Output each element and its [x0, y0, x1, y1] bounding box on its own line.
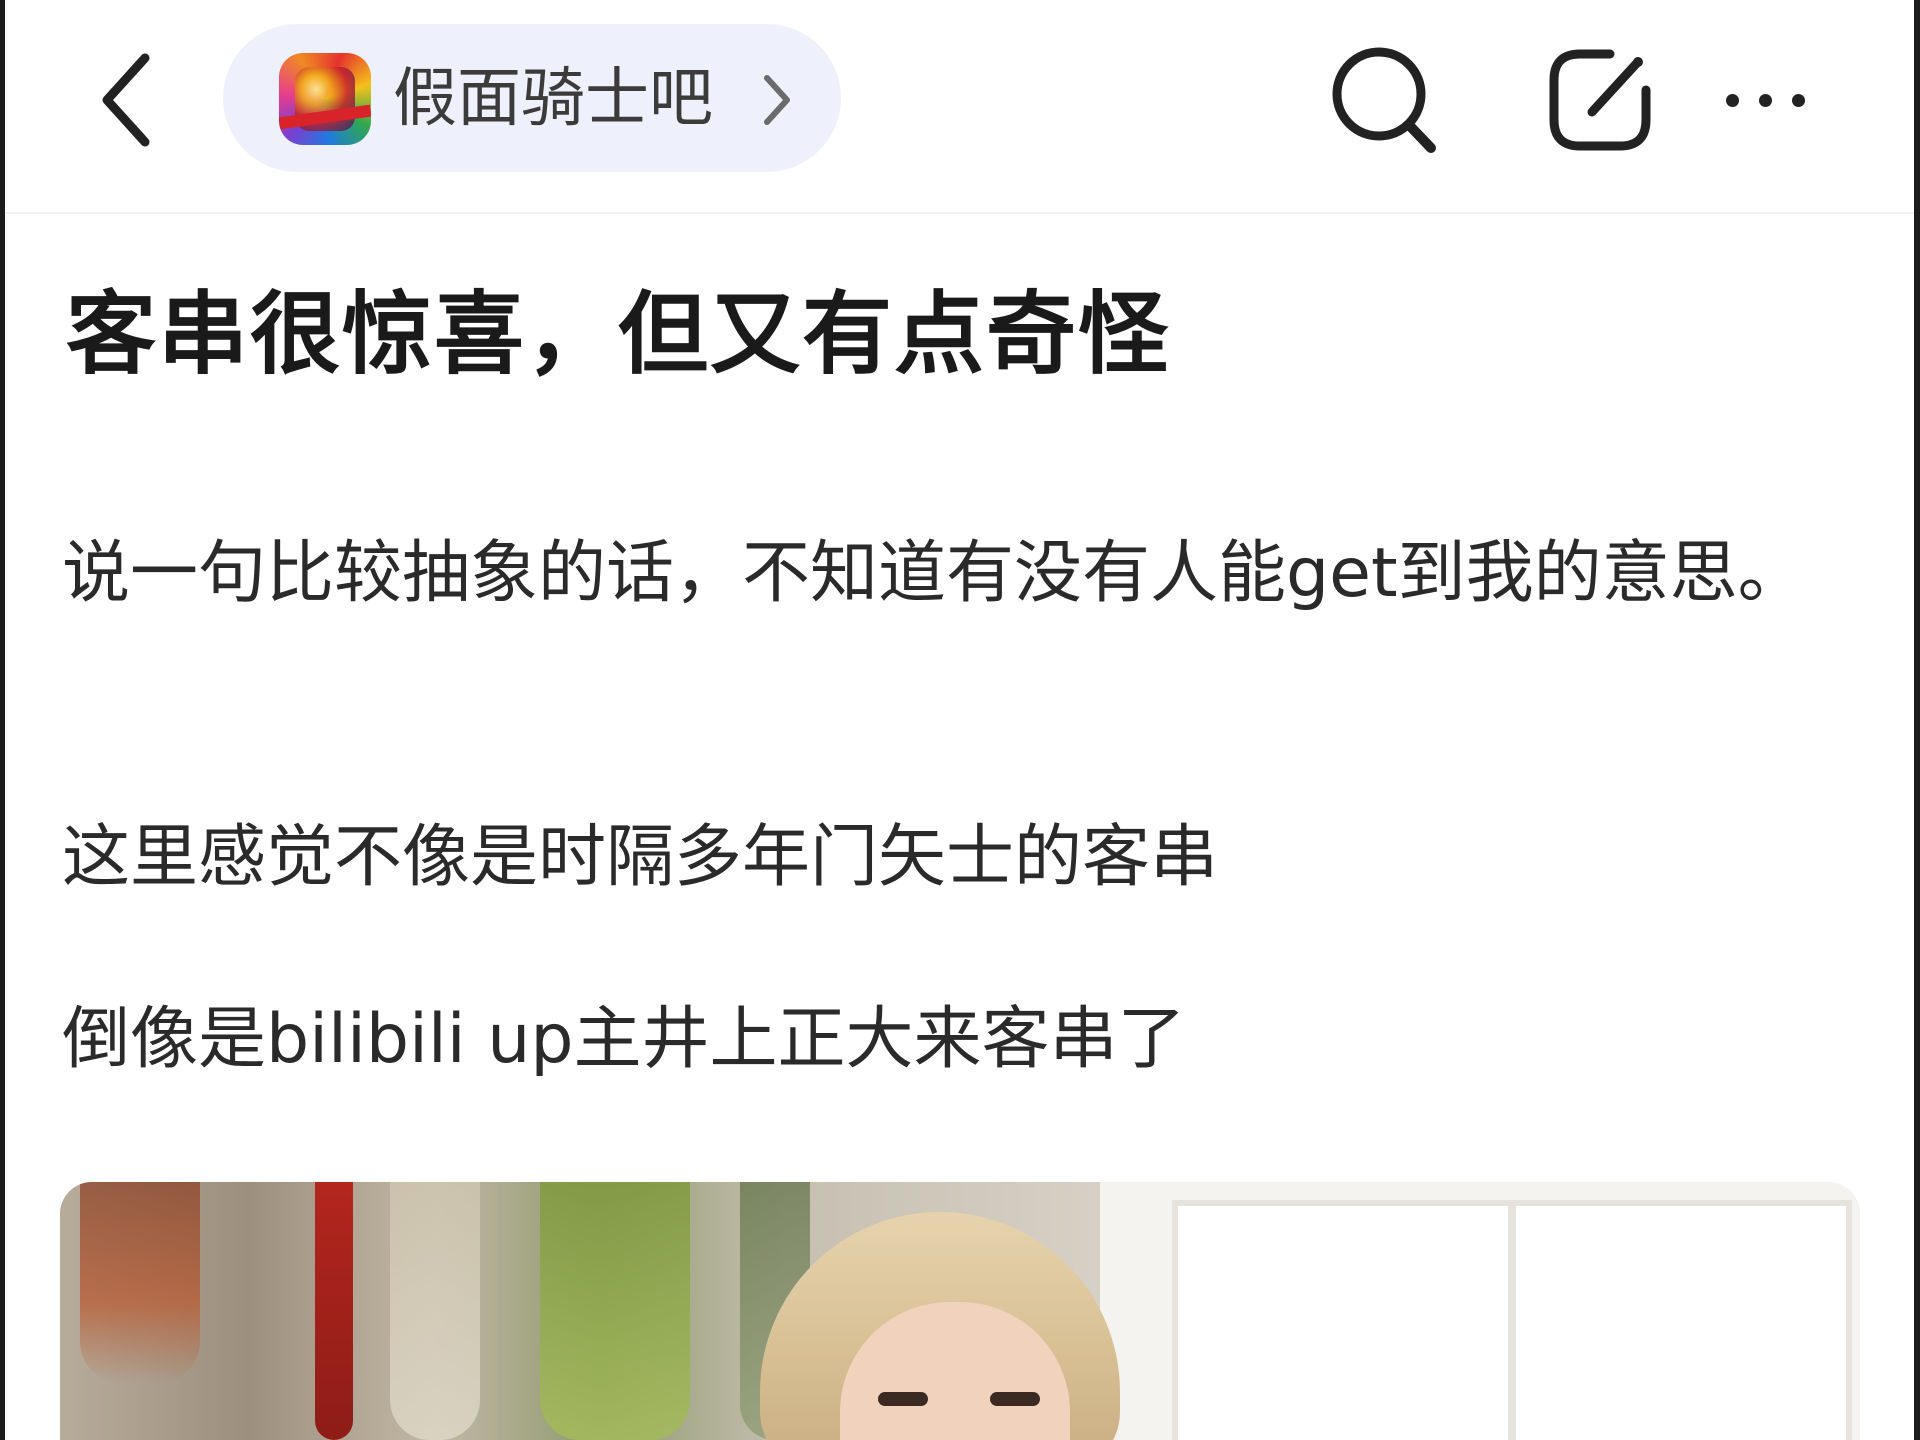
chevron-right-icon	[764, 75, 790, 125]
share-edit-icon	[1549, 49, 1651, 151]
post-paragraph-3: 倒像是bilibili up主井上正大来客串了	[62, 1000, 1186, 1079]
dried-flowers	[540, 1182, 690, 1440]
top-navigation-bar: 假面骑士吧	[5, 0, 1914, 212]
left-frame-edge	[0, 0, 5, 1440]
right-frame-edge	[1914, 0, 1920, 1440]
topbar-divider	[5, 212, 1914, 214]
more-button[interactable]	[1705, 60, 1825, 140]
dried-flowers	[315, 1182, 353, 1440]
person-eye	[878, 1392, 928, 1406]
more-dot	[1758, 93, 1772, 107]
share-edit-button[interactable]	[1540, 40, 1660, 160]
chevron-left-icon	[102, 53, 150, 147]
search-button[interactable]	[1325, 40, 1445, 160]
search-icon	[1332, 47, 1436, 153]
person-eye	[990, 1392, 1040, 1406]
post-paragraph-2: 这里感觉不像是时隔多年门矢士的客串	[62, 818, 1219, 897]
forum-entry-button[interactable]: 假面骑士吧	[223, 24, 841, 172]
window-pane	[1510, 1200, 1852, 1440]
post-photo[interactable]	[60, 1182, 1860, 1440]
window-pane	[1172, 1200, 1514, 1440]
back-button[interactable]	[87, 50, 167, 150]
more-dot	[1791, 93, 1805, 107]
forum-name: 假面骑士吧	[393, 62, 713, 136]
post-paragraph-1: 说一句比较抽象的话，不知道有没有人能get到我的意思。	[62, 534, 1806, 613]
photo-window	[1100, 1182, 1860, 1440]
dried-flowers	[80, 1182, 200, 1382]
more-dots-icon	[1725, 93, 1739, 107]
post-title: 客串很惊喜，但又有点奇怪	[66, 282, 1170, 387]
dried-flowers	[390, 1182, 480, 1440]
forum-avatar	[279, 53, 371, 145]
